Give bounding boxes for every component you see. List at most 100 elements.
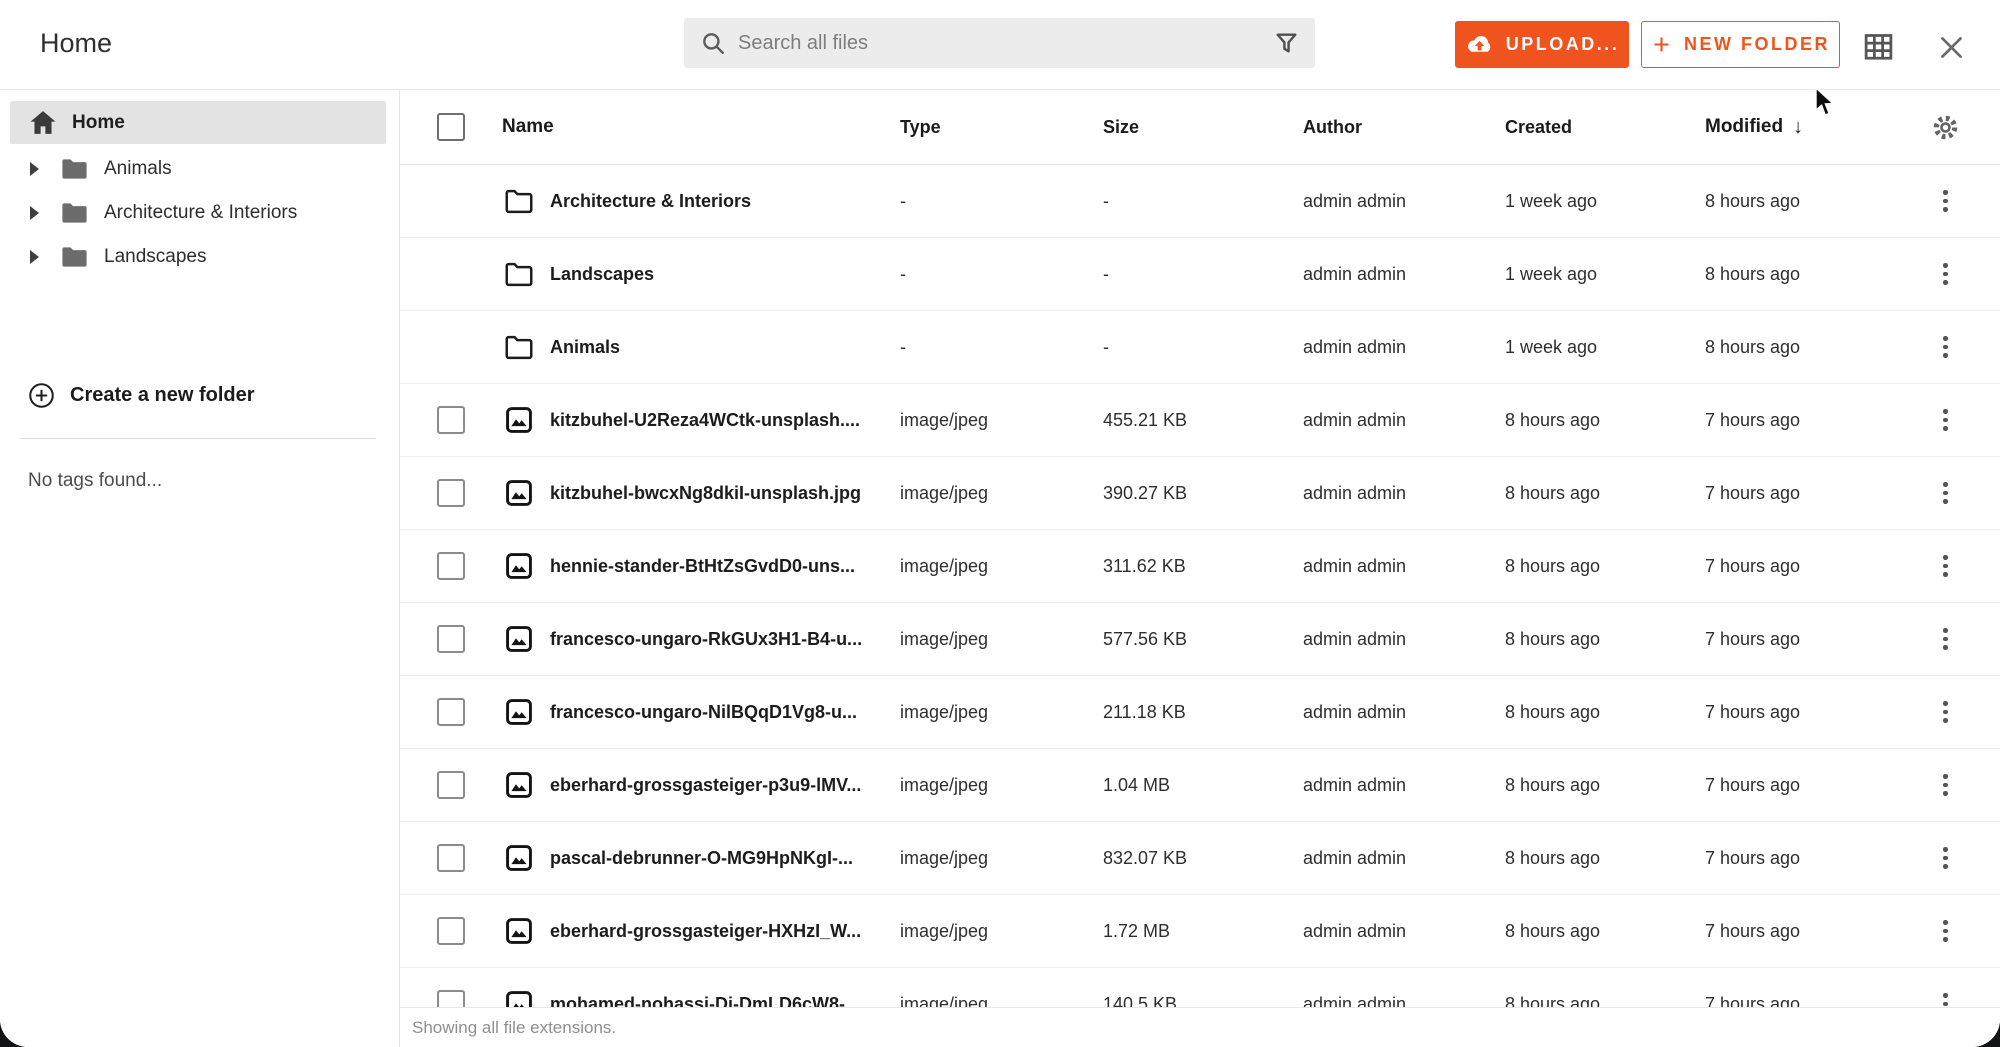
table-row-file[interactable]: mohamed-nohassi-Di-DmLD6cW8-... image/jpe… — [400, 968, 2000, 1007]
row-menu-kebab-icon[interactable] — [1939, 405, 1952, 435]
create-folder-label: Create a new folder — [70, 384, 255, 407]
row-menu-kebab-icon[interactable] — [1939, 843, 1952, 873]
filter-icon[interactable] — [1274, 31, 1299, 56]
image-file-icon — [505, 990, 533, 1007]
row-created: 1 week ago — [1505, 191, 1705, 212]
row-created: 8 hours ago — [1505, 483, 1705, 504]
row-menu-kebab-icon[interactable] — [1939, 259, 1952, 289]
row-menu-kebab-icon[interactable] — [1939, 186, 1952, 216]
row-author: admin admin — [1303, 264, 1505, 285]
search-bar[interactable] — [684, 18, 1315, 68]
row-checkbox[interactable] — [437, 698, 465, 726]
grid-view-icon[interactable] — [1858, 26, 1899, 70]
row-name[interactable]: hennie-stander-BtHtZsGvdD0-uns... — [550, 556, 855, 577]
row-name[interactable]: kitzbuhel-bwcxNg8dkiI-unsplash.jpg — [550, 483, 861, 504]
column-header-author[interactable]: Author — [1303, 117, 1505, 138]
folder-icon — [61, 246, 88, 268]
table-row-file[interactable]: kitzbuhel-bwcxNg8dkiI-unsplash.jpgimage/… — [400, 457, 2000, 530]
table-row-file[interactable]: hennie-stander-BtHtZsGvdD0-uns... image/j… — [400, 530, 2000, 603]
top-bar: Home UPLOAD... NEW FOLDER — [0, 0, 2000, 90]
row-menu-kebab-icon[interactable] — [1939, 624, 1952, 654]
table-row-file[interactable]: francesco-ungaro-NilBQqD1Vg8-u...image/j… — [400, 676, 2000, 749]
column-header-created[interactable]: Created — [1505, 117, 1705, 138]
image-file-icon — [505, 844, 533, 872]
page-title: Home — [40, 28, 112, 59]
row-menu-kebab-icon[interactable] — [1939, 916, 1952, 946]
row-created: 1 week ago — [1505, 337, 1705, 358]
row-author: admin admin — [1303, 337, 1505, 358]
column-header-size[interactable]: Size — [1103, 117, 1303, 138]
row-name[interactable]: Landscapes — [550, 264, 654, 285]
row-author: admin admin — [1303, 921, 1505, 942]
new-folder-button[interactable]: NEW FOLDER — [1641, 21, 1840, 68]
row-checkbox[interactable] — [437, 990, 465, 1007]
row-checkbox[interactable] — [437, 406, 465, 434]
expand-caret-icon[interactable] — [30, 206, 39, 220]
table-row-file[interactable]: eberhard-grossgasteiger-HXHzI_W...image/… — [400, 895, 2000, 968]
row-size: 455.21 KB — [1103, 410, 1303, 431]
row-type: - — [900, 337, 1103, 358]
row-menu-kebab-icon[interactable] — [1939, 551, 1952, 581]
row-checkbox[interactable] — [437, 771, 465, 799]
table-settings-gear-icon[interactable] — [1905, 112, 2000, 143]
row-checkbox[interactable] — [437, 917, 465, 945]
upload-button[interactable]: UPLOAD... — [1455, 21, 1629, 68]
row-created: 8 hours ago — [1505, 556, 1705, 577]
table-row-folder[interactable]: Architecture & Interiors--admin admin1 w… — [400, 165, 2000, 238]
sidebar-folder-label: Architecture & Interiors — [104, 202, 297, 224]
column-header-type[interactable]: Type — [900, 117, 1103, 138]
row-checkbox[interactable] — [437, 552, 465, 580]
table-row-file[interactable]: pascal-debrunner-O-MG9HpNKgI-...image/jp… — [400, 822, 2000, 895]
row-type: image/jpeg — [900, 556, 1103, 577]
sidebar-item-home[interactable]: Home — [10, 101, 386, 144]
column-header-name[interactable]: Name — [500, 116, 900, 138]
row-menu-kebab-icon[interactable] — [1939, 332, 1952, 362]
row-menu-kebab-icon[interactable] — [1939, 478, 1952, 508]
sidebar-folder-item[interactable]: Architecture & Interiors — [0, 191, 399, 235]
new-folder-button-label: NEW FOLDER — [1684, 34, 1830, 55]
close-icon[interactable] — [1932, 28, 1971, 70]
row-size: 311.62 KB — [1103, 556, 1303, 577]
row-modified: 7 hours ago — [1705, 848, 1905, 869]
table-row-folder[interactable]: Animals--admin admin1 week ago8 hours ag… — [400, 311, 2000, 384]
plus-icon — [1651, 34, 1672, 55]
sidebar-folder-item[interactable]: Landscapes — [0, 235, 399, 279]
select-all-checkbox[interactable] — [437, 113, 465, 141]
column-header-modified[interactable]: Modified ↓ — [1705, 116, 1905, 139]
row-menu-kebab-icon[interactable] — [1939, 697, 1952, 727]
expand-caret-icon[interactable] — [30, 250, 39, 264]
row-size: 390.27 KB — [1103, 483, 1303, 504]
row-name[interactable]: Architecture & Interiors — [550, 191, 751, 212]
folder-icon — [61, 202, 88, 224]
table-row-file[interactable]: eberhard-grossgasteiger-p3u9-lMV...image… — [400, 749, 2000, 822]
row-name[interactable]: mohamed-nohassi-Di-DmLD6cW8-... — [550, 994, 860, 1008]
row-checkbox[interactable] — [437, 844, 465, 872]
search-input[interactable] — [738, 32, 1274, 55]
row-name[interactable]: eberhard-grossgasteiger-HXHzI_W... — [550, 921, 861, 942]
sidebar-folder-item[interactable]: Animals — [0, 147, 399, 191]
row-menu-kebab-icon[interactable] — [1939, 770, 1952, 800]
row-name[interactable]: pascal-debrunner-O-MG9HpNKgI-... — [550, 848, 853, 869]
row-checkbox[interactable] — [437, 625, 465, 653]
sidebar-divider — [20, 438, 376, 439]
row-name[interactable]: eberhard-grossgasteiger-p3u9-lMV... — [550, 775, 861, 796]
image-file-icon — [505, 552, 533, 580]
table-row-folder[interactable]: Landscapes--admin admin1 week ago8 hours… — [400, 238, 2000, 311]
row-type: image/jpeg — [900, 994, 1103, 1008]
row-menu-kebab-icon[interactable] — [1939, 989, 1952, 1007]
row-name[interactable]: francesco-ungaro-RkGUx3H1-B4-u... — [550, 629, 862, 650]
file-table-body: Architecture & Interiors--admin admin1 w… — [400, 165, 2000, 1007]
row-checkbox[interactable] — [437, 479, 465, 507]
row-name[interactable]: Animals — [550, 337, 620, 358]
expand-caret-icon[interactable] — [30, 162, 39, 176]
table-row-file[interactable]: francesco-ungaro-RkGUx3H1-B4-u...image/j… — [400, 603, 2000, 676]
row-name[interactable]: kitzbuhel-U2Reza4WCtk-unsplash.... — [550, 410, 860, 431]
row-size: 140.5 KB — [1103, 994, 1303, 1008]
folder-icon — [505, 335, 533, 360]
create-new-folder-button[interactable]: Create a new folder — [0, 373, 255, 417]
search-icon — [700, 30, 726, 56]
no-tags-message: No tags found... — [28, 470, 162, 492]
row-size: - — [1103, 191, 1303, 212]
row-name[interactable]: francesco-ungaro-NilBQqD1Vg8-u... — [550, 702, 857, 723]
table-row-file[interactable]: kitzbuhel-U2Reza4WCtk-unsplash....image/… — [400, 384, 2000, 457]
